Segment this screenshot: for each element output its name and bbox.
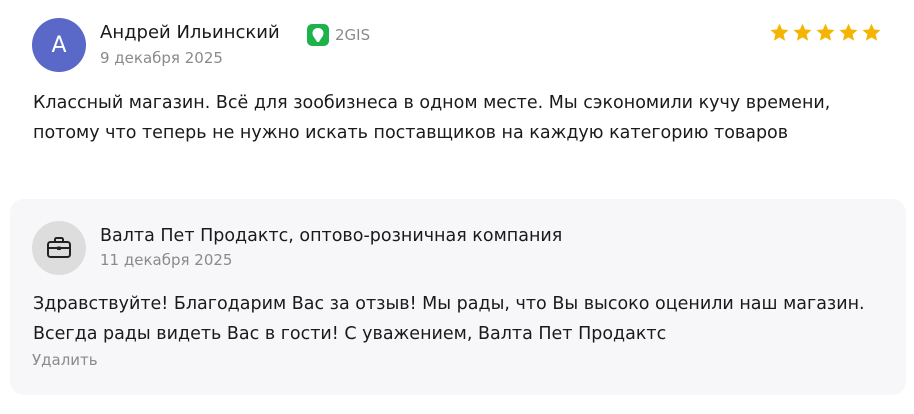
company-name: Валта Пет Продактс, оптово-розничная ком…	[100, 226, 563, 246]
star-icon	[793, 23, 812, 41]
2gis-icon	[307, 24, 329, 46]
briefcase-icon	[47, 237, 71, 258]
review-date: 9 декабря 2025	[100, 49, 223, 67]
reply-text: Здравствуйте! Благодарим Вас за отзыв! М…	[33, 294, 865, 344]
star-icon	[839, 23, 858, 41]
delete-reply-button[interactable]: Удалить	[32, 351, 98, 369]
star-icon	[770, 23, 789, 41]
rating-stars	[769, 22, 882, 43]
star-icon	[816, 23, 835, 41]
review-card: А Андрей Ильинский 2GIS 9 декабря 2025 К…	[0, 0, 914, 414]
reply-date: 11 декабря 2025	[100, 251, 233, 269]
source-label: 2GIS	[335, 26, 371, 44]
author-name[interactable]: Андрей Ильинский	[100, 22, 280, 43]
review-text: Классный магазин. Всё для зообизнеса в о…	[33, 93, 831, 143]
star-icon	[862, 23, 881, 41]
source-badge: 2GIS	[307, 24, 370, 46]
company-reply: Валта Пет Продактс, оптово-розничная ком…	[10, 199, 906, 395]
company-avatar	[32, 221, 86, 275]
author-avatar[interactable]: А	[32, 18, 86, 72]
